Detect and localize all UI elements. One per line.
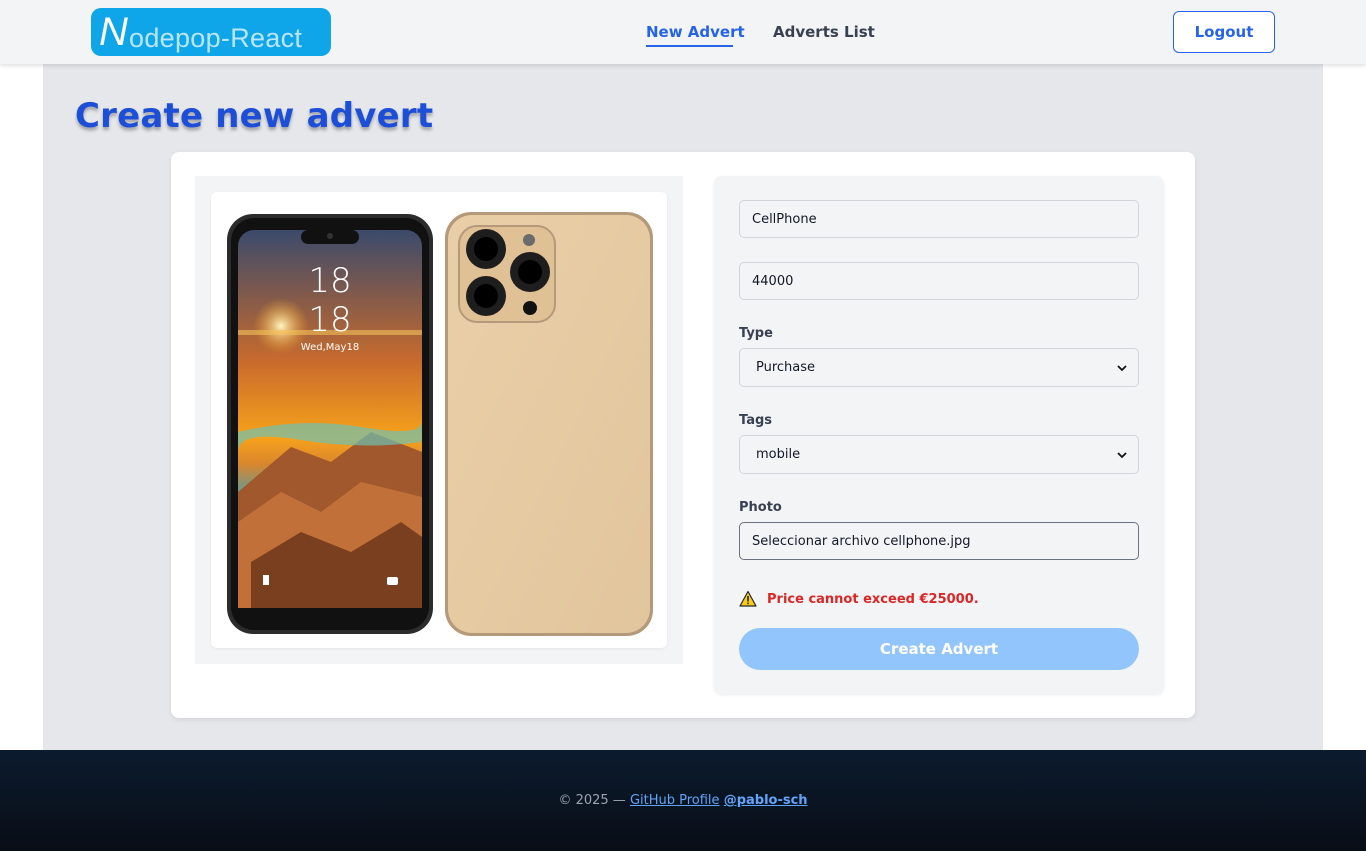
page-title: Create new advert <box>75 96 434 136</box>
tags-label: Tags <box>739 413 773 428</box>
nav-adverts-list[interactable]: Adverts List <box>773 22 875 42</box>
create-advert-button[interactable]: Create Advert <box>739 628 1139 670</box>
tags-select[interactable]: mobile <box>739 435 1139 474</box>
logo-initial: N <box>99 10 128 54</box>
copyright-text: © 2025 — <box>558 793 626 808</box>
logo-text: odepop-React <box>129 23 303 53</box>
advert-price-input[interactable]: 44000 <box>739 262 1139 300</box>
chevron-down-icon <box>1117 365 1127 372</box>
phone-photo: 18 18 Wed,May18 <box>227 212 653 636</box>
photo-label: Photo <box>739 500 782 515</box>
error-message: Price cannot exceed €25000. <box>767 591 979 607</box>
nav-new-advert[interactable]: New Advert <box>646 22 745 42</box>
selected-filename: cellphone.jpg <box>883 533 971 549</box>
photo-preview-image: 18 18 Wed,May18 <box>211 192 667 648</box>
price-error: Price cannot exceed €25000. <box>739 589 979 609</box>
chevron-down-icon <box>1117 452 1127 459</box>
site-header: N odepop-React New Advert Adverts List L… <box>0 0 1366 64</box>
github-handle-link[interactable]: @pablo-sch <box>724 793 808 808</box>
advert-name-input[interactable]: CellPhone <box>739 200 1139 238</box>
warning-icon <box>739 590 757 607</box>
clock-date: Wed,May18 <box>301 342 359 353</box>
type-label: Type <box>739 326 773 341</box>
logout-button[interactable]: Logout <box>1173 11 1275 53</box>
footer-text: © 2025 — GitHub Profile @pablo-sch <box>0 793 1366 808</box>
type-selected-value: Purchase <box>756 360 816 375</box>
choose-file-button[interactable]: Seleccionar archivo <box>752 534 879 549</box>
site-footer: © 2025 — GitHub Profile @pablo-sch <box>0 750 1366 851</box>
tags-selected-value: mobile <box>756 447 801 462</box>
active-nav-underline <box>646 45 733 47</box>
photo-file-input[interactable]: Seleccionar archivo cellphone.jpg <box>739 522 1139 560</box>
clock-minute: 18 <box>308 300 351 340</box>
logo[interactable]: N odepop-React <box>91 8 331 56</box>
type-select[interactable]: Purchase <box>739 348 1139 387</box>
github-profile-link[interactable]: GitHub Profile <box>630 793 720 808</box>
clock-hour: 18 <box>308 261 351 301</box>
